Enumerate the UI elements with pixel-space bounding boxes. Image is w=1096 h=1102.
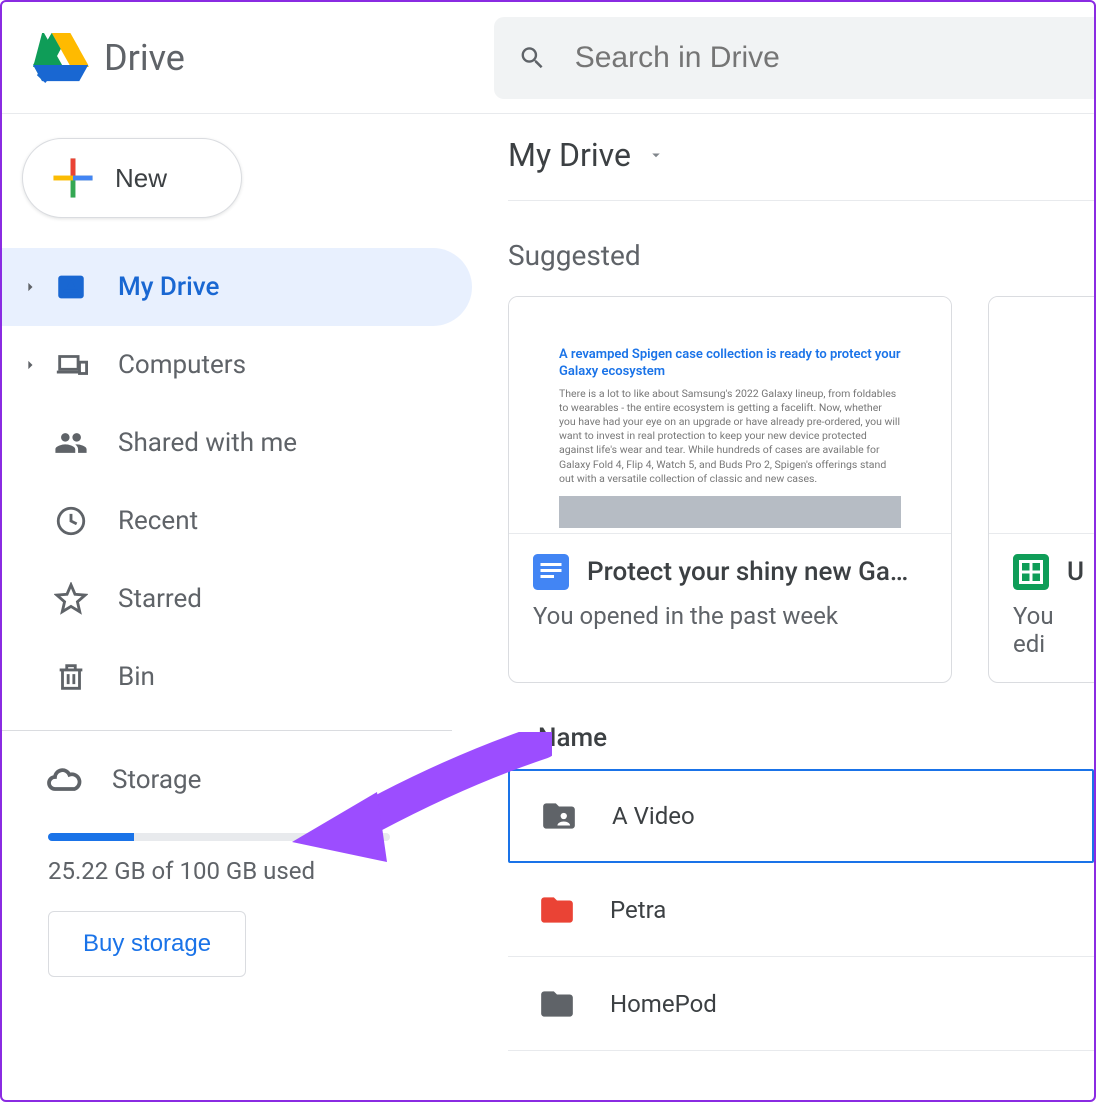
file-name: HomePod <box>610 990 717 1018</box>
search-bar[interactable] <box>494 17 1094 99</box>
folder-icon <box>538 985 576 1023</box>
product-name: Drive <box>104 37 185 79</box>
nav-computers[interactable]: Computers <box>2 326 472 404</box>
nav-recent[interactable]: Recent <box>2 482 472 560</box>
drive-logo-icon <box>32 33 90 83</box>
file-name: Petra <box>610 896 666 924</box>
people-icon <box>54 426 88 460</box>
logo-area[interactable]: Drive <box>32 33 185 83</box>
storage-fill <box>48 833 134 841</box>
new-button[interactable]: New <box>22 138 242 218</box>
chevron-down-icon <box>647 146 665 164</box>
sheets-icon <box>1013 554 1049 590</box>
nav-label: My Drive <box>118 272 219 302</box>
folder-shared-icon <box>540 797 578 835</box>
search-icon <box>518 42 547 74</box>
trash-icon <box>54 660 88 694</box>
plus-icon <box>51 156 95 200</box>
storage-bar <box>48 833 390 841</box>
cloud-icon <box>46 762 82 798</box>
nav-my-drive[interactable]: My Drive <box>2 248 472 326</box>
folder-icon <box>538 891 576 929</box>
new-button-label: New <box>115 163 167 194</box>
file-row[interactable]: Petra <box>508 863 1094 957</box>
card-subtitle: You edi <box>1013 602 1083 658</box>
file-row[interactable]: A Video <box>508 769 1094 863</box>
nav-bin[interactable]: Bin <box>2 638 472 716</box>
nav-label: Bin <box>118 662 155 692</box>
computers-icon <box>54 348 88 382</box>
column-header-name[interactable]: Name <box>508 683 1094 769</box>
breadcrumb[interactable]: My Drive <box>508 136 1094 201</box>
drive-icon <box>54 270 88 304</box>
suggested-card[interactable]: Un You edi <box>988 296 1094 683</box>
nav-storage[interactable]: Storage <box>2 751 472 809</box>
nav: My Drive Computers Shared with me Recent <box>2 248 472 716</box>
search-input[interactable] <box>575 41 1070 75</box>
chevron-right-icon <box>20 277 40 297</box>
preview-body: There is a lot to like about Samsung's 2… <box>559 387 901 486</box>
nav-label: Shared with me <box>118 428 297 458</box>
sidebar: New My Drive Computers Shared with me <box>2 114 472 1100</box>
breadcrumb-label: My Drive <box>508 136 631 174</box>
card-title: Un <box>1067 557 1083 587</box>
divider <box>2 730 452 731</box>
suggested-cards: A revamped Spigen case collection is rea… <box>508 296 1094 683</box>
file-name: A Video <box>612 802 695 830</box>
storage-text: 25.22 GB of 100 GB used <box>48 857 472 885</box>
clock-icon <box>54 504 88 538</box>
card-preview: A revamped Spigen case collection is rea… <box>509 297 951 533</box>
preview-heading: A revamped Spigen case collection is rea… <box>559 347 901 381</box>
chevron-right-icon <box>20 355 40 375</box>
card-preview <box>989 297 1094 533</box>
star-icon <box>54 582 88 616</box>
nav-label: Computers <box>118 350 246 380</box>
nav-label: Starred <box>118 584 202 614</box>
docs-icon <box>533 554 569 590</box>
preview-image <box>559 496 901 528</box>
storage-label: Storage <box>112 765 201 795</box>
buy-storage-button[interactable]: Buy storage <box>48 911 246 977</box>
top-bar: Drive <box>2 2 1094 114</box>
suggested-heading: Suggested <box>508 201 1094 296</box>
card-title: Protect your shiny new Ga… <box>587 557 908 587</box>
main: My Drive Suggested A revamped Spigen cas… <box>472 114 1094 1100</box>
suggested-card[interactable]: A revamped Spigen case collection is rea… <box>508 296 952 683</box>
nav-label: Recent <box>118 506 198 536</box>
nav-starred[interactable]: Starred <box>2 560 472 638</box>
card-subtitle: You opened in the past week <box>533 602 927 630</box>
file-row[interactable]: HomePod <box>508 957 1094 1051</box>
nav-shared[interactable]: Shared with me <box>2 404 472 482</box>
